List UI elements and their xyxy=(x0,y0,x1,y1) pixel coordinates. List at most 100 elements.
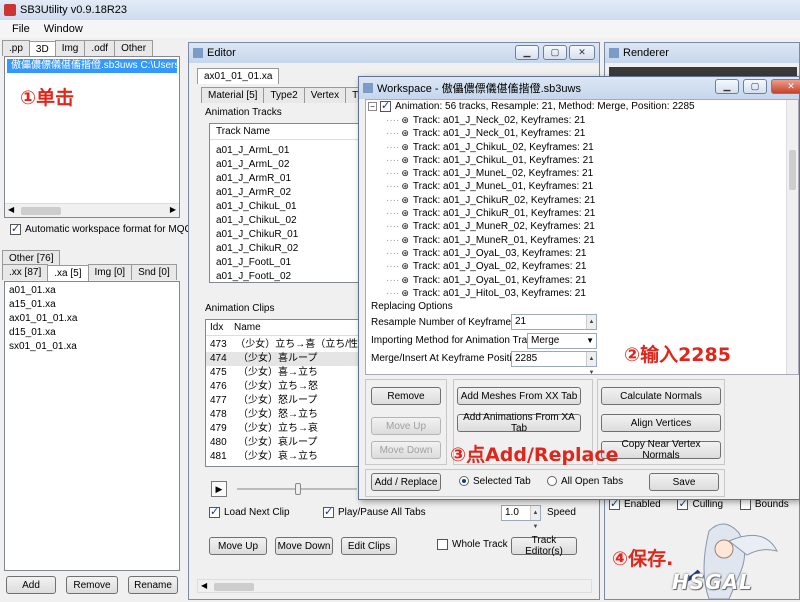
auto-workspace-row[interactable]: Automatic workspace format for MQO xyxy=(10,222,192,235)
all-open-tabs-radio[interactable] xyxy=(547,476,557,487)
track-row[interactable]: a01_J_FootL_02 xyxy=(212,270,358,282)
save-button[interactable]: Save xyxy=(649,473,719,491)
track-row[interactable]: a01_J_ChikuR_01 xyxy=(212,228,358,242)
position-spinner[interactable]: ▲ ▼ xyxy=(586,352,596,376)
move-down-button[interactable]: Move Down xyxy=(275,537,333,555)
culling-checkbox[interactable] xyxy=(677,497,689,510)
move-up-button[interactable]: Move Up xyxy=(209,537,267,555)
track-row[interactable]: a01_J_ChikuR_02 xyxy=(212,242,358,256)
method-select[interactable]: Merge ▼ xyxy=(527,333,597,349)
bounds-checkbox[interactable] xyxy=(739,499,751,510)
list-item[interactable]: ax01_01_01.xa xyxy=(5,312,179,326)
tree-track-item[interactable]: ···· ⊛ Track: a01_J_ChikuL_01, Keyframes: … xyxy=(366,154,798,167)
chevron-down-icon[interactable]: ▼ xyxy=(586,334,594,348)
track-row[interactable]: a01_J_ArmR_02 xyxy=(212,186,358,200)
list-item[interactable]: sx01_01_01.xa xyxy=(5,340,179,354)
tab-odf[interactable]: .odf xyxy=(84,40,116,56)
tab-pp[interactable]: .pp xyxy=(2,40,30,56)
tree-track-item[interactable]: ···· ⊛ Track: a01_J_ChikuL_02, Keyframes: … xyxy=(366,141,798,154)
tree-track-item[interactable]: ···· ⊛ Track: a01_J_OyaL_01, Keyframes: 21 xyxy=(366,274,798,287)
tab-type2[interactable]: Type2 xyxy=(263,87,305,103)
list-item[interactable]: a01_01.xa xyxy=(5,284,179,298)
clip-row[interactable]: 473 （少女）立ち→喜（立ち/性 xyxy=(206,338,358,352)
workspace-file-item[interactable]: 傲儡儂僄儀偡傗揩僜.sb3uws C:\Users\ xyxy=(7,59,179,73)
workspace-file-list[interactable]: 傲儡儂僄儀偡傗揩僜.sb3uws C:\Users\ ◀ ▶ xyxy=(4,56,180,218)
tree-vertical-scrollbar[interactable] xyxy=(786,100,798,374)
list-item[interactable]: d15_01.xa xyxy=(5,326,179,340)
add-meshes-button[interactable]: Add Meshes From XX Tab xyxy=(457,387,581,405)
close-button[interactable]: ✕ xyxy=(569,45,595,60)
tree-track-item[interactable]: ···· ⊛ Track: a01_J_MuneR_02, Keyframes: 2… xyxy=(366,220,798,233)
add-button[interactable]: Add xyxy=(6,576,56,594)
clip-row[interactable]: 479 （少女）立ち→哀 xyxy=(206,422,358,436)
load-next-clip-row[interactable]: Load Next Clip xyxy=(209,505,290,518)
play-pause-all-checkbox[interactable] xyxy=(323,505,334,518)
maximize-button[interactable]: ▢ xyxy=(543,45,567,60)
load-next-clip-checkbox[interactable] xyxy=(209,505,220,518)
auto-workspace-checkbox[interactable] xyxy=(10,222,21,235)
calculate-normals-button[interactable]: Calculate Normals xyxy=(601,387,721,405)
minimize-button[interactable]: ▁ xyxy=(515,45,539,60)
menu-window[interactable]: Window xyxy=(44,20,83,38)
track-row[interactable]: a01_J_ArmL_02 xyxy=(212,158,358,172)
clip-row[interactable]: 477 （少女）怒ループ xyxy=(206,394,358,408)
play-pause-all-row[interactable]: Play/Pause All Tabs xyxy=(323,505,426,518)
tracks-header[interactable]: Track Name xyxy=(210,124,358,140)
tab-ax01-01-01[interactable]: ax01_01_01.xa xyxy=(197,68,280,84)
resample-spinner[interactable]: ▲▼ xyxy=(586,315,596,339)
tab-img[interactable]: Img xyxy=(54,40,86,56)
maximize-button[interactable]: ▢ xyxy=(743,79,767,94)
slider-thumb[interactable] xyxy=(295,483,301,495)
tab-xa[interactable]: .xa [5] xyxy=(47,265,89,281)
track-row[interactable]: a01_J_ArmL_01 xyxy=(212,144,358,158)
scroll-thumb[interactable] xyxy=(789,150,796,190)
remove-button[interactable]: Remove xyxy=(371,387,441,405)
all-open-tabs-option[interactable]: All Open Tabs xyxy=(547,476,623,487)
play-button[interactable]: ▶ xyxy=(211,481,227,497)
speed-spinner[interactable]: ▲ ▼ xyxy=(530,506,540,530)
tab-xx[interactable]: .xx [87] xyxy=(2,264,49,280)
move-up-button[interactable]: Move Up xyxy=(371,417,441,435)
copy-near-vertex-normals-button[interactable]: Copy Near Vertex Normals xyxy=(601,439,721,461)
tree-track-item[interactable]: ···· ⊛ Track: a01_J_HitoL_03, Keyframes: 2… xyxy=(366,287,798,300)
whole-track-row[interactable]: Whole Track xyxy=(437,539,508,550)
remove-button[interactable]: Remove xyxy=(66,576,118,594)
rename-button[interactable]: Rename xyxy=(128,576,178,594)
edit-clips-button[interactable]: Edit Clips xyxy=(341,537,397,555)
clip-row[interactable]: 478 （少女）怒→立ち xyxy=(206,408,358,422)
tab-3d[interactable]: 3D xyxy=(28,41,56,57)
selected-tab-option[interactable]: Selected Tab xyxy=(459,476,531,487)
xa-file-list[interactable]: a01_01.xa a15_01.xa ax01_01_01.xa d15_01… xyxy=(4,281,180,571)
add-replace-button[interactable]: Add / Replace xyxy=(371,473,441,491)
tree-track-item[interactable]: ···· ⊛ Track: a01_J_MuneL_02, Keyframes: 2… xyxy=(366,167,798,180)
tracks-list[interactable]: Track Name a01_J_ArmL_01 a01_J_ArmL_02 a01… xyxy=(209,123,359,283)
tree-track-item[interactable]: ···· ⊛ Track: a01_J_Neck_02, Keyframes: 21 xyxy=(366,114,798,127)
close-button[interactable]: ✕ xyxy=(771,79,800,94)
track-row[interactable]: a01_J_ArmR_01 xyxy=(212,172,358,186)
minimize-button[interactable]: ▁ xyxy=(715,79,739,94)
clip-row[interactable]: 480 （少女）哀ループ xyxy=(206,436,358,450)
selected-tab-radio[interactable] xyxy=(459,476,469,487)
horizontal-scrollbar[interactable]: ◀ ▶ xyxy=(5,203,179,217)
tree-track-item[interactable]: ···· ⊛ Track: a01_J_Neck_01, Keyframes: 21 xyxy=(366,127,798,140)
clip-row[interactable]: 476 （少女）立ち→怒 xyxy=(206,380,358,394)
tree-root-checkbox[interactable] xyxy=(380,100,391,113)
position-input[interactable]: 2285 ▲ ▼ xyxy=(511,351,597,376)
align-vertices-button[interactable]: Align Vertices xyxy=(601,414,721,432)
clips-header-name[interactable]: Name xyxy=(230,320,261,335)
clips-header-idx[interactable]: Idx xyxy=(206,320,230,335)
tree-track-item[interactable]: ···· ⊛ Track: a01_J_ChikuR_02, Keyframes: … xyxy=(366,194,798,207)
scroll-thumb[interactable] xyxy=(214,583,254,591)
editor-bottom-scrollbar[interactable]: ◀ xyxy=(197,579,592,593)
tree-track-item[interactable]: ···· ⊛ Track: a01_J_OyaL_02, Keyframes: 21 xyxy=(366,260,798,273)
enabled-checkbox[interactable] xyxy=(609,497,620,510)
clip-row[interactable]: 475 （少女）喜→立ち xyxy=(206,366,358,380)
clips-list[interactable]: Idx Name 473 （少女）立ち→喜（立ち/性 474 （少女）喜ループ 475 （… xyxy=(205,319,359,467)
list-item[interactable]: a15_01.xa xyxy=(5,298,179,312)
collapse-icon[interactable]: − xyxy=(368,102,377,111)
tree-root[interactable]: − Animation: 56 tracks, Resample: 21, Met… xyxy=(366,100,798,114)
scroll-thumb[interactable] xyxy=(21,207,61,215)
tree-track-item[interactable]: ···· ⊛ Track: a01_J_MuneR_01, Keyframes: 2… xyxy=(366,234,798,247)
speed-input[interactable]: 1.0 ▲ ▼ xyxy=(501,505,541,530)
track-row[interactable]: a01_J_ChikuL_02 xyxy=(212,214,358,228)
